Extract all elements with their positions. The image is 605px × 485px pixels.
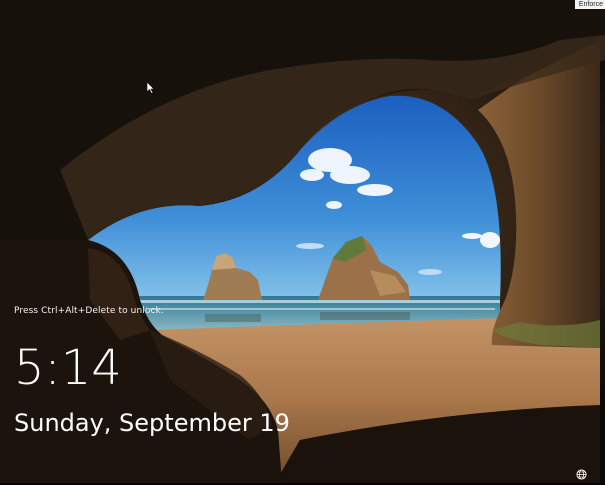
enforce-badge: Enforce	[574, 0, 605, 9]
mouse-pointer-icon	[146, 81, 155, 94]
lockscreen-time: 5:14	[14, 340, 122, 396]
lockscreen-date: Sunday, September 19	[14, 409, 290, 437]
unlock-hint-text: Press Ctrl+Alt+Delete to unlock.	[14, 306, 164, 316]
network-globe-icon[interactable]	[576, 467, 587, 480]
